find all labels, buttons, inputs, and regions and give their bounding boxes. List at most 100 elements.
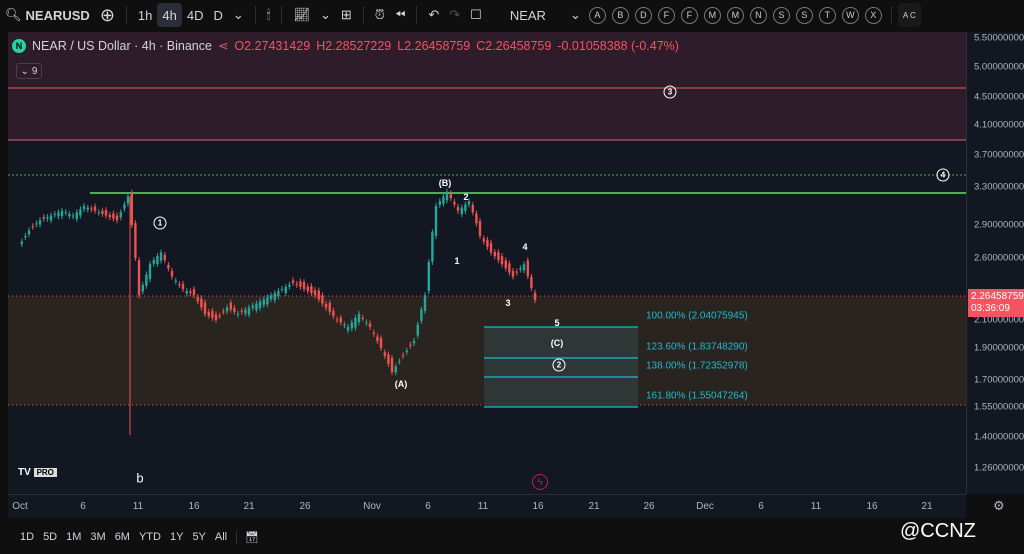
range-1m[interactable]: 1M	[66, 531, 81, 543]
candle	[167, 265, 170, 269]
undo-icon[interactable]: ↶	[423, 3, 444, 27]
candle	[189, 291, 192, 294]
watchlist-symbol-d[interactable]: D	[634, 6, 652, 24]
candle	[174, 280, 177, 282]
watchlist-symbol-x[interactable]: X	[864, 6, 882, 24]
range-1d[interactable]: 1D	[20, 531, 34, 543]
price-tick: 1.70000000	[974, 374, 1024, 386]
candle	[170, 270, 174, 277]
range-ytd[interactable]: YTD	[139, 531, 161, 543]
candle	[420, 309, 423, 321]
range-5d[interactable]: 5D	[43, 531, 57, 543]
range-3m[interactable]: 3M	[90, 531, 105, 543]
symbol-title: NEAR / US Dollar · 4h · Binance	[32, 38, 212, 53]
time-tick: 11	[810, 501, 822, 512]
candle	[409, 344, 412, 346]
price-tick: 2.90000000	[974, 219, 1024, 231]
wave-label-A: (A)	[394, 379, 408, 389]
candle	[126, 196, 130, 204]
wave-label-5: 5	[554, 318, 560, 328]
range-1y[interactable]: 1Y	[170, 531, 183, 543]
watchlist-symbol-n[interactable]: N	[749, 6, 767, 24]
watchlist-symbol-f[interactable]: F	[680, 6, 698, 24]
candle	[526, 260, 529, 277]
time-tick: 16	[532, 501, 544, 512]
candle	[533, 292, 537, 301]
candle	[412, 341, 416, 344]
watchlist-symbol-f[interactable]: F	[657, 6, 675, 24]
candle	[24, 236, 27, 238]
watchlist-symbol-s[interactable]: S	[795, 6, 813, 24]
candle	[35, 223, 38, 225]
price-tick: 2.60000000	[974, 252, 1024, 264]
redo-icon[interactable]: ↷	[444, 3, 465, 27]
watchlist-symbol-t[interactable]: T	[818, 6, 836, 24]
candle	[64, 212, 67, 214]
wave-label-2: 2	[463, 192, 469, 202]
time-tick: 6	[80, 501, 86, 512]
chevron-down-icon[interactable]: ⌄	[315, 3, 336, 27]
watchlist-symbol-w[interactable]: W	[841, 6, 859, 24]
chevron-down-icon[interactable]: ⌄	[565, 3, 586, 27]
chevron-down-icon[interactable]: ⌄	[228, 3, 249, 27]
candle	[383, 352, 386, 356]
range-5y[interactable]: 5Y	[192, 531, 205, 543]
candle	[178, 284, 181, 286]
interval-d[interactable]: D	[208, 3, 227, 27]
range-all[interactable]: All	[215, 531, 227, 543]
add-symbol-button[interactable]: ⊕	[95, 3, 120, 27]
watchlist-symbol-m[interactable]: M	[703, 6, 721, 24]
candle	[115, 215, 119, 221]
candle	[284, 286, 287, 293]
watchlist-symbol-b[interactable]: B	[611, 6, 629, 24]
price-axis[interactable]: 5.50000000 5.00000000 4.50000000 4.10000000…	[966, 32, 1024, 494]
candle	[255, 303, 258, 310]
candle	[504, 260, 507, 269]
change-value: -0.01058388 (-0.47%)	[557, 38, 679, 53]
layouts-icon[interactable]: ⊞	[336, 3, 357, 27]
indicators-toggle[interactable]: ⌄ 9	[16, 63, 42, 79]
candle	[357, 313, 361, 323]
calendar-icon[interactable]: 📅︎	[236, 530, 259, 544]
candle	[482, 238, 485, 242]
candle	[508, 263, 511, 273]
time-axis[interactable]: Oct 6 11 16 21 26 Nov 6 11 16 21 26 Dec 6 11 16 21	[8, 494, 966, 518]
interval-1h[interactable]: 1h	[133, 3, 157, 27]
indicators-icon[interactable]: 📈︎	[288, 3, 315, 27]
time-tick: 16	[866, 501, 878, 512]
symbol-search[interactable]: 🔍︎ NEARUSD	[0, 3, 95, 27]
candle	[203, 302, 207, 314]
candle	[453, 201, 456, 205]
candle	[222, 311, 225, 313]
candle	[225, 307, 229, 312]
settings-icon[interactable]: ⚙︎	[993, 498, 1005, 514]
replay-icon[interactable]: ⏪︎	[390, 3, 410, 27]
time-tick: 21	[588, 501, 600, 512]
candle	[156, 256, 159, 264]
candle	[269, 295, 273, 300]
range-6m[interactable]: 6M	[115, 531, 130, 543]
interval-4h[interactable]: 4h	[157, 3, 182, 27]
price-chart[interactable]	[8, 32, 966, 494]
lightning-icon[interactable]: ϟ	[532, 474, 548, 490]
interval-4d[interactable]: 4D	[182, 3, 209, 27]
candles-icon[interactable]: 🕯︎	[262, 3, 276, 27]
watchlist-symbol-s[interactable]: S	[772, 6, 790, 24]
elliott-wave-tool-icon[interactable]: A C	[897, 3, 921, 27]
wave-label-B: (B)	[438, 178, 452, 188]
price-tick: 1.90000000	[974, 342, 1024, 354]
wave-label-i: 1	[454, 256, 460, 266]
candle	[306, 286, 309, 292]
alert-icon[interactable]: ⏰︎	[370, 3, 390, 27]
candle	[101, 210, 104, 214]
bar-countdown: 03:36:09	[971, 303, 1010, 314]
wave-label-3-circled: 3	[663, 85, 677, 99]
watchlist-symbol-m[interactable]: M	[726, 6, 744, 24]
low-value: L2.26458759	[397, 38, 471, 53]
watchlist-symbol-a[interactable]: A	[588, 6, 606, 24]
bottom-toolbar: 1D 5D 1M 3M 6M YTD 1Y 5Y All 📅︎	[8, 520, 1024, 554]
share-icon[interactable]: ⋖	[218, 38, 228, 53]
candle	[442, 196, 445, 204]
fullscreen-icon[interactable]: ☐	[465, 3, 487, 27]
watchlist-name[interactable]: NEAR	[505, 3, 551, 27]
